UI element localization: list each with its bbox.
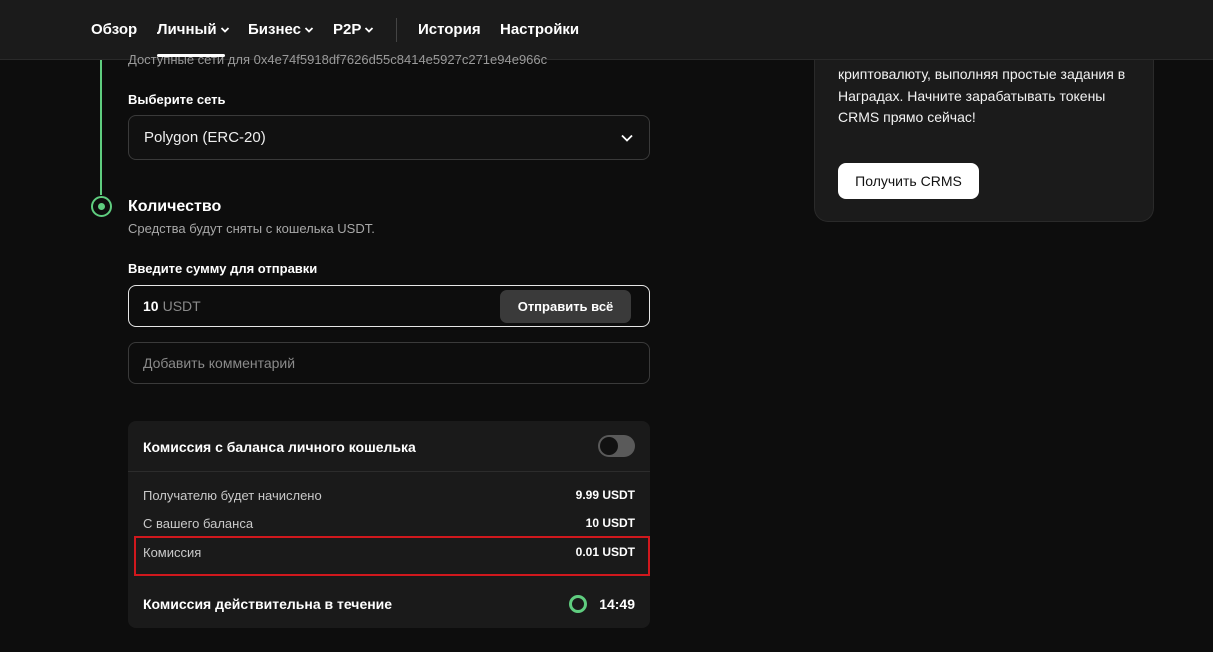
fee-card: Комиссия с баланса личного кошелька Полу… [128, 421, 650, 628]
nav-item-label: История [418, 21, 481, 38]
amount-value: 10 [143, 298, 159, 314]
chevron-down-icon [220, 26, 229, 33]
chevron-down-icon [365, 26, 374, 33]
send-all-button[interactable]: Отправить всё [500, 290, 631, 323]
available-networks-text: Доступные сети для 0x4e74f5918df7626d55c… [128, 52, 548, 67]
nav-item-settings[interactable]: Настройки [500, 21, 579, 38]
nav-item-overview[interactable]: Обзор [91, 21, 137, 38]
fee-timer: 14:49 [569, 595, 635, 613]
fee-row-value: 10 USDT [585, 516, 635, 530]
stepper-line [100, 60, 102, 195]
commission-highlight-box [134, 536, 650, 576]
fee-from-balance-toggle[interactable] [598, 435, 635, 457]
network-select[interactable]: Polygon (ERC-20) [128, 115, 650, 160]
nav-item-label: Бизнес [248, 21, 302, 38]
amount-unit: USDT [162, 298, 201, 314]
nav-item-label: Обзор [91, 21, 138, 38]
fee-row-label: С вашего баланса [143, 516, 254, 531]
nav-item-history[interactable]: История [418, 21, 481, 38]
fee-row-balance: С вашего баланса 10 USDT [143, 516, 635, 531]
amount-section-title: Количество [128, 198, 222, 215]
fee-card-header: Комиссия с баланса личного кошелька [128, 421, 650, 472]
nav-item-personal[interactable]: Личный [157, 21, 230, 38]
stepper-active-dot-icon [91, 196, 112, 217]
amount-input-label: Введите сумму для отправки [128, 261, 318, 276]
rewards-promo-card: криптовалюту, выполняя простые задания в… [814, 60, 1154, 222]
fee-from-balance-label: Комиссия с баланса личного кошелька [143, 439, 416, 455]
get-crms-button[interactable]: Получить CRMS [838, 163, 979, 199]
nav-divider [396, 18, 397, 42]
amount-input[interactable]: 10 USDT Отправить всё [128, 285, 650, 327]
nav-item-p2p[interactable]: P2P [333, 21, 374, 38]
chevron-down-icon [304, 26, 314, 33]
network-label: Выберите сеть [128, 92, 226, 107]
nav-item-label: Настройки [500, 21, 580, 38]
nav-item-business[interactable]: Бизнес [248, 21, 314, 38]
amount-section-subtitle: Средства будут сняты с кошелька USDT. [128, 221, 375, 236]
promo-text: криптовалюту, выполняя простые задания в… [838, 66, 1126, 125]
top-navigation: Обзор Личный Бизнес P2P История Настройк… [0, 0, 1213, 60]
fee-validity-label: Комиссия действительна в течение [143, 596, 393, 612]
nav-item-label: P2P [333, 21, 362, 38]
fee-timer-value: 14:49 [599, 596, 635, 612]
chevron-down-icon [621, 134, 633, 142]
network-selected-value: Polygon (ERC-20) [144, 129, 266, 146]
comment-input[interactable] [128, 342, 650, 384]
nav-item-label: Личный [157, 21, 217, 38]
fee-row-value: 9.99 USDT [575, 488, 635, 502]
fee-row-recipient: Получателю будет начислено 9.99 USDT [143, 488, 635, 503]
fee-validity-row: Комиссия действительна в течение 14:49 [143, 595, 635, 613]
fee-row-label: Получателю будет начислено [143, 488, 322, 503]
timer-ring-icon [569, 595, 588, 613]
toggle-knob [600, 437, 618, 455]
